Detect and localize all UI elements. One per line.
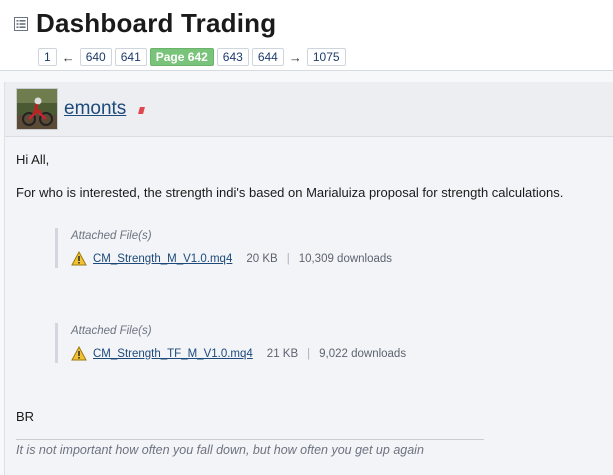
attachment-file-link[interactable]: CM_Strength_M_V1.0.mq4 bbox=[93, 253, 232, 265]
meta-separator: | bbox=[307, 347, 311, 360]
download-count: 10,309 downloads bbox=[298, 252, 393, 265]
online-status-icon bbox=[138, 107, 145, 114]
attachment-row: CM_Strength_M_V1.0.mq4 20 KB | 10,309 do… bbox=[71, 250, 393, 266]
meta-separator: | bbox=[286, 252, 290, 265]
next-arrow-icon[interactable]: → bbox=[287, 50, 304, 65]
warning-icon bbox=[71, 250, 87, 266]
post-header: emonts bbox=[5, 82, 613, 137]
page-link[interactable]: 640 bbox=[79, 48, 112, 66]
greeting-text: Hi All, bbox=[16, 152, 50, 167]
page-link[interactable]: 644 bbox=[251, 48, 284, 66]
username-link[interactable]: emonts bbox=[64, 98, 126, 120]
attachment-file-link[interactable]: CM_Strength_TF_M_V1.0.mq4 bbox=[93, 348, 253, 360]
avatar[interactable] bbox=[16, 88, 58, 130]
message-text: For who is interested, the strength indi… bbox=[16, 185, 564, 200]
file-size: 21 KB bbox=[266, 347, 299, 360]
attachment-row: CM_Strength_TF_M_V1.0.mq4 21 KB | 9,022 … bbox=[71, 345, 407, 361]
file-size: 20 KB bbox=[246, 252, 278, 265]
page-link[interactable]: 643 bbox=[216, 48, 249, 66]
title-row: Dashboard Trading bbox=[14, 6, 276, 40]
attachment-block: Attached File(s) CM_Strength_TF_M_V1.0.m… bbox=[55, 323, 458, 363]
attachment-label: Attached File(s) bbox=[71, 230, 152, 242]
list-icon bbox=[14, 16, 28, 31]
attachment-label: Attached File(s) bbox=[71, 325, 152, 337]
pagination: 1 ← 640 641 Page 642 643 644 → 1075 bbox=[38, 48, 346, 66]
signature: It is not important how often you fall d… bbox=[16, 439, 484, 457]
attachment-block: Attached File(s) CM_Strength_M_V1.0.mq4 … bbox=[55, 228, 458, 268]
page-first-link[interactable]: 1 bbox=[38, 48, 57, 66]
page-title: Dashboard Trading bbox=[36, 7, 277, 38]
download-count: 9,022 downloads bbox=[319, 347, 407, 360]
warning-icon bbox=[71, 345, 87, 361]
prev-arrow-icon[interactable]: ← bbox=[60, 50, 77, 65]
current-page-badge: Page 642 bbox=[149, 48, 214, 66]
page-link[interactable]: 641 bbox=[114, 48, 147, 66]
closing-text: BR bbox=[16, 409, 35, 424]
thread-header: Dashboard Trading 1 ← 640 641 Page 642 6… bbox=[0, 0, 613, 71]
forum-post: emonts Hi All, For who is interested, th… bbox=[4, 82, 613, 475]
page-last-link[interactable]: 1075 bbox=[306, 48, 346, 66]
